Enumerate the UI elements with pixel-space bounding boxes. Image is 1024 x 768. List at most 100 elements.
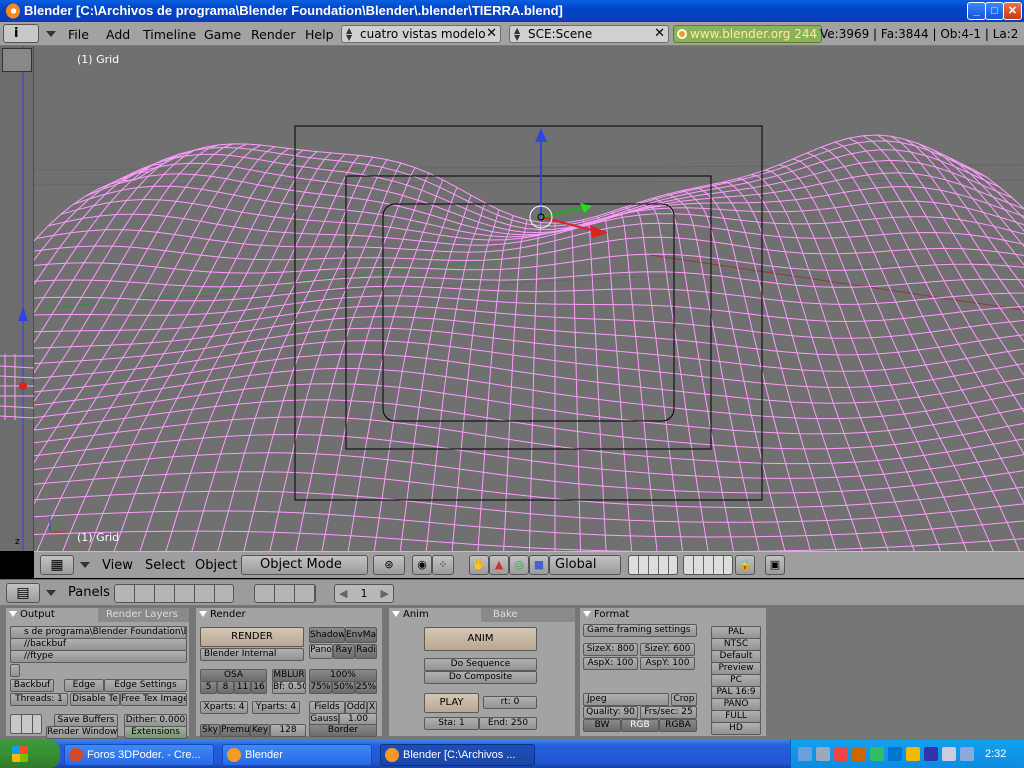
scene-selector[interactable]: ▲ ▼ SCE:Scene ✕ — [509, 25, 669, 43]
editor-type-icon[interactable]: ▦ — [40, 555, 74, 575]
collapse-arrow-icon[interactable] — [46, 590, 56, 596]
tray-icon-1[interactable] — [798, 747, 812, 761]
fps-field[interactable]: Frs/sec: 25 — [640, 706, 697, 719]
sizex-field[interactable]: SizeX: 800 — [583, 643, 638, 656]
scene-name[interactable]: SCE:Scene — [528, 27, 592, 41]
layer-dots-icon[interactable]: ⁘ — [432, 555, 454, 575]
sub-context-buttons[interactable] — [254, 584, 316, 603]
tray-icon-6[interactable] — [888, 747, 902, 761]
backbuf-button[interactable]: Backbuf — [10, 679, 54, 692]
menu-object[interactable]: Object — [195, 558, 237, 573]
tab-bake[interactable]: Bake — [481, 608, 575, 622]
ray-button[interactable]: Ray — [333, 644, 355, 659]
3d-viewport[interactable]: (1) Grid (1) Grid — [0, 46, 1024, 551]
window-type-menu[interactable]: i — [3, 24, 39, 43]
toggle-icon[interactable] — [10, 664, 20, 677]
website-link[interactable]: www.blender.org 244 — [673, 25, 823, 43]
tab-format[interactable]: Format — [580, 608, 766, 622]
tray-icon-10[interactable] — [960, 747, 974, 761]
bf-field[interactable]: Bf: 0.50 — [272, 681, 306, 694]
preset-hd[interactable]: HD — [711, 722, 761, 735]
threads-field[interactable]: Threads: 1 — [10, 693, 68, 706]
sizey-field[interactable]: SizeY: 600 — [640, 643, 695, 656]
screen-name[interactable]: cuatro vistas modelo — [360, 27, 486, 41]
menu-view[interactable]: View — [102, 558, 133, 573]
tab-output[interactable]: Output — [6, 608, 98, 622]
layer-buttons-1[interactable] — [628, 555, 678, 575]
rgba-button[interactable]: RGBA — [659, 719, 697, 732]
task-blender-active[interactable]: Blender [C:\Archivos ... — [380, 744, 535, 766]
anim-button[interactable]: ANIM — [424, 627, 537, 651]
frame-value[interactable]: 1 — [361, 587, 368, 600]
tab-render-layers[interactable]: Render Layers — [98, 608, 189, 622]
file-format-selector[interactable]: Jpeg — [583, 693, 669, 706]
crop-button[interactable]: Crop — [671, 693, 697, 706]
collapse-arrow-icon[interactable] — [80, 562, 90, 568]
rotate-icon[interactable]: ◎ — [509, 555, 529, 575]
osa-5-button[interactable]: 5 — [200, 681, 217, 694]
lock-icon[interactable]: 🔒 — [735, 555, 755, 575]
tray-icon-9[interactable] — [942, 747, 956, 761]
bw-button[interactable]: BW — [583, 719, 621, 732]
premul-button[interactable]: Premul — [220, 724, 250, 737]
delete-screen-icon[interactable]: ✕ — [486, 26, 497, 42]
editor-type-icon[interactable]: ▤ — [6, 583, 40, 603]
size-128-button[interactable]: 128 — [270, 724, 306, 737]
delete-scene-icon[interactable]: ✕ — [654, 26, 665, 42]
aspy-field[interactable]: AspY: 100 — [640, 657, 695, 670]
render-button[interactable]: RENDER — [200, 627, 304, 647]
tray-icon-2[interactable] — [816, 747, 830, 761]
dispwin-icon[interactable] — [10, 714, 42, 734]
tray-icon-4[interactable] — [852, 747, 866, 761]
rgb-button[interactable]: RGB — [621, 719, 659, 732]
snap-icon[interactable]: ◉ — [412, 555, 432, 575]
sky-button[interactable]: Sky — [200, 724, 220, 737]
minimize-button[interactable]: _ — [967, 2, 986, 20]
viewport-canvas[interactable] — [0, 46, 1024, 551]
free-tex-button[interactable]: Free Tex Image — [120, 693, 187, 706]
tab-render[interactable]: Render — [196, 608, 382, 622]
aspx-field[interactable]: AspX: 100 — [583, 657, 638, 670]
menu-render[interactable]: Render — [251, 27, 296, 42]
yparts-field[interactable]: Yparts: 4 — [252, 701, 300, 714]
osa-11-button[interactable]: 11 — [234, 681, 251, 694]
pivot-icon[interactable]: ⊛ — [373, 555, 405, 575]
edge-settings-button[interactable]: Edge Settings — [104, 679, 187, 692]
menu-game[interactable]: Game — [204, 27, 241, 42]
maximize-button[interactable]: □ — [985, 2, 1004, 20]
tray-icon-7[interactable] — [906, 747, 920, 761]
ftype-path-field[interactable]: //ftype — [10, 650, 187, 663]
menu-select[interactable]: Select — [145, 558, 185, 573]
shadow-button[interactable]: Shadow — [309, 627, 345, 643]
scale-icon[interactable]: ■ — [529, 555, 549, 575]
start-button[interactable] — [0, 740, 60, 768]
close-button[interactable]: ✕ — [1003, 2, 1022, 20]
task-blender[interactable]: Blender — [222, 744, 372, 766]
key-button[interactable]: Key — [250, 724, 270, 737]
disable-tex-button[interactable]: Disable Te — [70, 693, 120, 706]
task-foros[interactable]: Foros 3DPoder. - Cre... — [64, 744, 214, 766]
mode-selector[interactable]: Object Mode — [241, 555, 368, 575]
render-window-selector[interactable]: Render Window — [46, 726, 118, 739]
pano-button[interactable]: Pano — [309, 644, 333, 659]
extensions-button[interactable]: Extensions — [124, 726, 187, 739]
view-icon[interactable] — [2, 48, 32, 72]
menu-add[interactable]: Add — [106, 27, 130, 42]
menu-timeline[interactable]: Timeline — [143, 27, 196, 42]
do-sequence-button[interactable]: Do Sequence — [424, 658, 537, 671]
tray-icon-8[interactable] — [924, 747, 938, 761]
context-buttons[interactable] — [114, 584, 234, 603]
render-view-icon[interactable]: ▣ — [765, 555, 785, 575]
orientation-selector[interactable]: Global — [549, 555, 621, 575]
menu-file[interactable]: File — [68, 27, 89, 42]
osa-8-button[interactable]: 8 — [217, 681, 234, 694]
tray-icon-3[interactable] — [834, 747, 848, 761]
end-frame-field[interactable]: End: 250 — [479, 717, 537, 730]
frame-number-field[interactable]: ◀ 1 ▶ — [334, 584, 394, 603]
border-button[interactable]: Border — [309, 724, 377, 737]
panels-menu[interactable]: Panels — [68, 585, 110, 600]
translate-icon[interactable]: ▲ — [489, 555, 509, 575]
envmap-button[interactable]: EnvMa — [345, 627, 377, 643]
do-composite-button[interactable]: Do Composite — [424, 671, 537, 684]
percent-50-button[interactable]: 50% — [332, 681, 355, 694]
